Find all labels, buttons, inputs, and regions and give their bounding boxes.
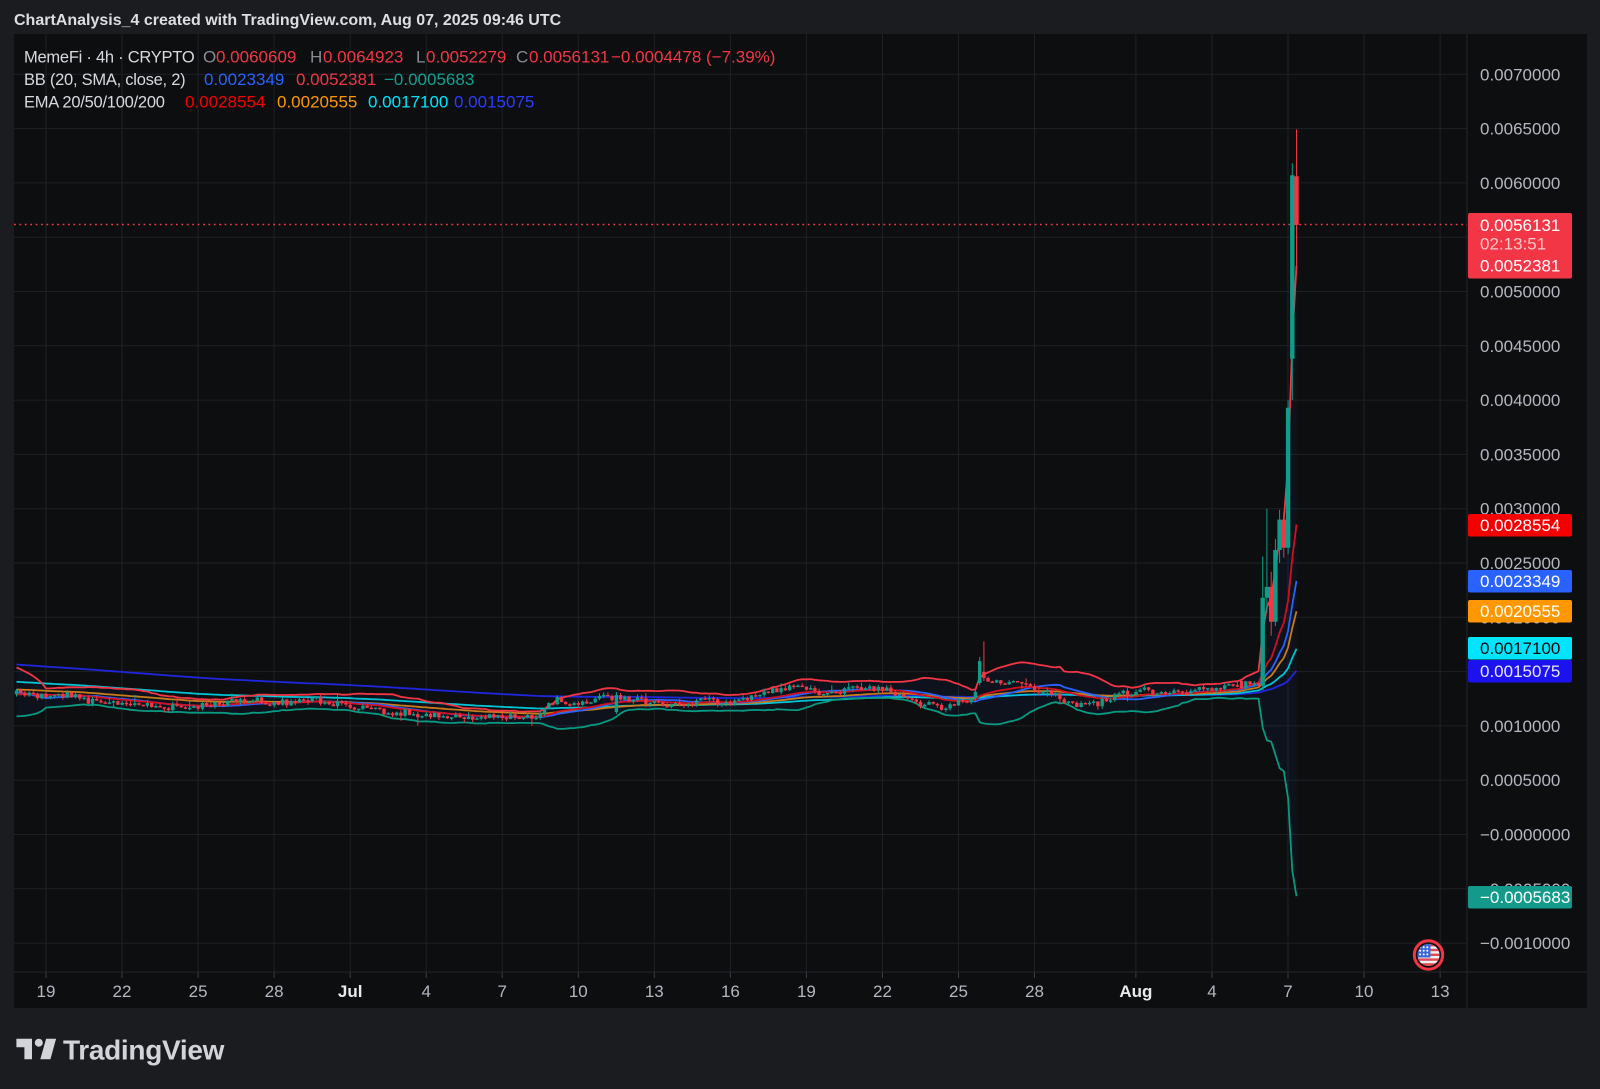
svg-text:ChartAnalysis_4 created with T: ChartAnalysis_4 created with TradingView… [14,12,562,29]
svg-text:10: 10 [569,982,588,1001]
svg-text:0.0052381: 0.0052381 [1480,257,1560,276]
svg-text:4: 4 [1207,982,1216,1001]
svg-text:25: 25 [189,982,208,1001]
svg-text:16: 16 [721,982,740,1001]
svg-text:0.0040000: 0.0040000 [1480,391,1560,410]
svg-text:13: 13 [1431,982,1450,1001]
svg-text:13: 13 [645,982,664,1001]
svg-text:0.0005000: 0.0005000 [1480,771,1560,790]
svg-text:0.0070000: 0.0070000 [1480,65,1560,84]
svg-text:0.0028554: 0.0028554 [1480,516,1560,535]
svg-text:0.0056131: 0.0056131 [1480,216,1560,235]
svg-text:0.0035000: 0.0035000 [1480,445,1560,464]
svg-text:0.0065000: 0.0065000 [1480,120,1560,139]
svg-text:Jul: Jul [338,982,363,1001]
svg-text:0.0020555: 0.0020555 [1480,602,1560,621]
svg-text:7: 7 [497,982,506,1001]
svg-text:7: 7 [1283,982,1292,1001]
svg-text:02:13:51: 02:13:51 [1480,235,1546,254]
svg-text:−0.0000000: −0.0000000 [1480,826,1570,845]
svg-text:−0.0010000: −0.0010000 [1480,934,1570,953]
svg-text:0.0015075: 0.0015075 [1480,662,1560,681]
svg-text:0.0060000: 0.0060000 [1480,174,1560,193]
svg-text:10: 10 [1355,982,1374,1001]
svg-text:0.0023349: 0.0023349 [1480,572,1560,591]
svg-text:28: 28 [1025,982,1044,1001]
svg-text:EMA 20/50/100/2000.00285540.00: EMA 20/50/100/2000.00285540.00205550.001… [24,93,534,112]
svg-text:4: 4 [421,982,430,1001]
svg-text:−0.0005683: −0.0005683 [1480,888,1570,907]
svg-text:28: 28 [265,982,284,1001]
svg-text:0.0017100: 0.0017100 [1480,639,1560,658]
svg-text:TradingView: TradingView [63,1035,225,1066]
svg-text:22: 22 [113,982,132,1001]
svg-text:0.0010000: 0.0010000 [1480,717,1560,736]
svg-text:BB (20, SMA, close, 2)0.002334: BB (20, SMA, close, 2)0.00233490.0052381… [24,70,474,89]
svg-text:19: 19 [797,982,816,1001]
svg-text:0.0050000: 0.0050000 [1480,283,1560,302]
svg-text:0.0045000: 0.0045000 [1480,337,1560,356]
svg-text:19: 19 [37,982,56,1001]
svg-text:Aug: Aug [1119,982,1152,1001]
svg-text:MemeFi · 4h · CRYPTOO0.0060609: MemeFi · 4h · CRYPTOO0.0060609H0.0064923… [24,48,775,67]
svg-text:25: 25 [949,982,968,1001]
svg-text:22: 22 [873,982,892,1001]
